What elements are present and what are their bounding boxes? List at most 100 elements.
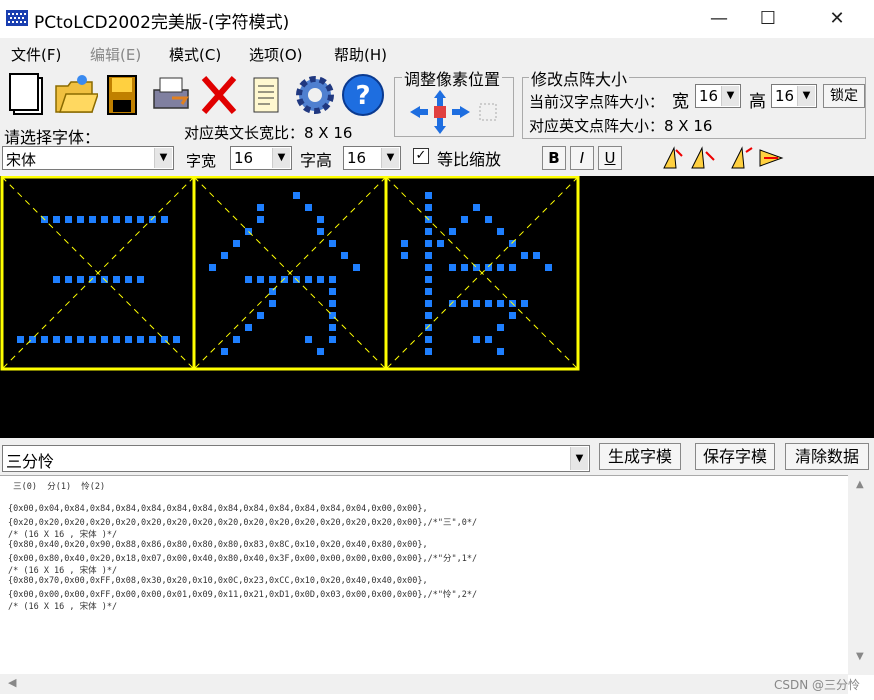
scroll-left-icon[interactable]: ◀	[8, 676, 16, 689]
pixel-dot[interactable]	[77, 336, 84, 343]
pixel-dot[interactable]	[497, 348, 504, 355]
pixel-dot[interactable]	[269, 300, 276, 307]
pixel-dot[interactable]	[221, 252, 228, 259]
pixel-dot[interactable]	[269, 276, 276, 283]
horizontal-scrollbar[interactable]: ◀	[0, 674, 848, 694]
output-textarea[interactable]: 三(0) 分(1) 怜(2) {0x00,0x04,0x84,0x84,0x84…	[0, 475, 874, 700]
pixel-dot[interactable]	[257, 216, 264, 223]
pixel-dot[interactable]	[425, 228, 432, 235]
pixel-dot[interactable]	[29, 336, 36, 343]
menu-options[interactable]: 选项(O)	[249, 44, 303, 65]
clear-data-button[interactable]: 清除数据	[785, 443, 869, 470]
lock-button[interactable]: 锁定	[823, 84, 865, 108]
pixel-dot[interactable]	[473, 336, 480, 343]
pixel-dot[interactable]	[329, 240, 336, 247]
delete-icon[interactable]	[196, 72, 242, 118]
pixel-dot[interactable]	[101, 336, 108, 343]
pixel-arrows-icon[interactable]	[404, 88, 504, 136]
pixel-dot[interactable]	[317, 228, 324, 235]
glyph-cell[interactable]	[0, 175, 196, 371]
pixel-dot[interactable]	[425, 204, 432, 211]
pixel-dot[interactable]	[425, 336, 432, 343]
pixel-dot[interactable]	[473, 204, 480, 211]
matrix-width-select[interactable]: 16 ▼	[695, 84, 741, 108]
pixel-dot[interactable]	[329, 336, 336, 343]
bold-button[interactable]: B	[542, 146, 566, 170]
pixel-dot[interactable]	[125, 216, 132, 223]
new-icon[interactable]	[6, 72, 52, 118]
pixel-dot[interactable]	[317, 348, 324, 355]
pixel-dot[interactable]	[461, 216, 468, 223]
pixel-dot[interactable]	[509, 312, 516, 319]
pixel-dot[interactable]	[317, 216, 324, 223]
pixel-dot[interactable]	[89, 276, 96, 283]
pixel-dot[interactable]	[533, 252, 540, 259]
pixel-dot[interactable]	[53, 216, 60, 223]
font-select[interactable]: 宋体 ▼	[2, 146, 174, 170]
char-width-select[interactable]: 16 ▼	[230, 146, 292, 170]
pixel-dot[interactable]	[173, 336, 180, 343]
pixel-dot[interactable]	[329, 324, 336, 331]
vertical-scrollbar[interactable]: ▲ ▼	[848, 475, 874, 675]
pixel-dot[interactable]	[53, 276, 60, 283]
pixel-dot[interactable]	[113, 216, 120, 223]
pixel-dot[interactable]	[401, 240, 408, 247]
pixel-dot[interactable]	[281, 276, 288, 283]
matrix-height-select[interactable]: 16 ▼	[771, 84, 817, 108]
glyph-cell[interactable]	[384, 175, 580, 371]
glyph-cell[interactable]	[192, 175, 388, 371]
pixel-dot[interactable]	[425, 240, 432, 247]
pixel-dot[interactable]	[269, 288, 276, 295]
pixel-dot[interactable]	[329, 288, 336, 295]
pixel-dot[interactable]	[425, 264, 432, 271]
pixel-dot[interactable]	[329, 276, 336, 283]
pixel-dot[interactable]	[449, 300, 456, 307]
pixel-dot[interactable]	[125, 276, 132, 283]
pixel-dot[interactable]	[221, 348, 228, 355]
pixel-dot[interactable]	[89, 216, 96, 223]
pixel-dot[interactable]	[245, 276, 252, 283]
pixel-dot[interactable]	[497, 324, 504, 331]
pixel-dot[interactable]	[497, 228, 504, 235]
pixel-dot[interactable]	[401, 252, 408, 259]
text-input[interactable]: 三分怜 ▼	[2, 445, 590, 472]
pixel-dot[interactable]	[521, 300, 528, 307]
pixel-dot[interactable]	[449, 228, 456, 235]
pixel-dot[interactable]	[137, 216, 144, 223]
pixel-dot[interactable]	[149, 216, 156, 223]
glyph-grid[interactable]	[0, 175, 874, 438]
underline-button[interactable]: U	[598, 146, 622, 170]
pixel-dot[interactable]	[425, 324, 432, 331]
pixel-dot[interactable]	[485, 300, 492, 307]
pixel-dot[interactable]	[317, 276, 324, 283]
pixel-dot[interactable]	[233, 240, 240, 247]
pixel-dot[interactable]	[293, 192, 300, 199]
pixel-dot[interactable]	[341, 252, 348, 259]
pixel-dot[interactable]	[425, 288, 432, 295]
proportional-checkbox[interactable]: ✓	[413, 148, 429, 164]
pixel-dot[interactable]	[53, 336, 60, 343]
pixel-dot[interactable]	[461, 264, 468, 271]
pixel-dot[interactable]	[245, 324, 252, 331]
pixel-dot[interactable]	[65, 336, 72, 343]
italic-button[interactable]: I	[570, 146, 594, 170]
pixel-dot[interactable]	[497, 300, 504, 307]
close-button[interactable]: ✕	[814, 0, 860, 38]
pixel-dot[interactable]	[461, 300, 468, 307]
pixel-dot[interactable]	[425, 300, 432, 307]
pixel-dot[interactable]	[17, 336, 24, 343]
help-icon[interactable]: ?	[340, 72, 386, 118]
pixel-dot[interactable]	[305, 336, 312, 343]
menu-mode[interactable]: 模式(C)	[169, 44, 221, 65]
pixel-dot[interactable]	[329, 300, 336, 307]
menu-help[interactable]: 帮助(H)	[334, 44, 387, 65]
pixel-dot[interactable]	[485, 264, 492, 271]
flip-icons[interactable]	[730, 146, 786, 170]
generate-button[interactable]: 生成字模	[599, 443, 681, 470]
save-font-button[interactable]: 保存字模	[695, 443, 775, 470]
pixel-dot[interactable]	[77, 216, 84, 223]
pixel-dot[interactable]	[449, 264, 456, 271]
maximize-button[interactable]: ☐	[745, 0, 791, 38]
pixel-dot[interactable]	[41, 336, 48, 343]
menu-edit[interactable]: 编辑(E)	[90, 44, 141, 65]
